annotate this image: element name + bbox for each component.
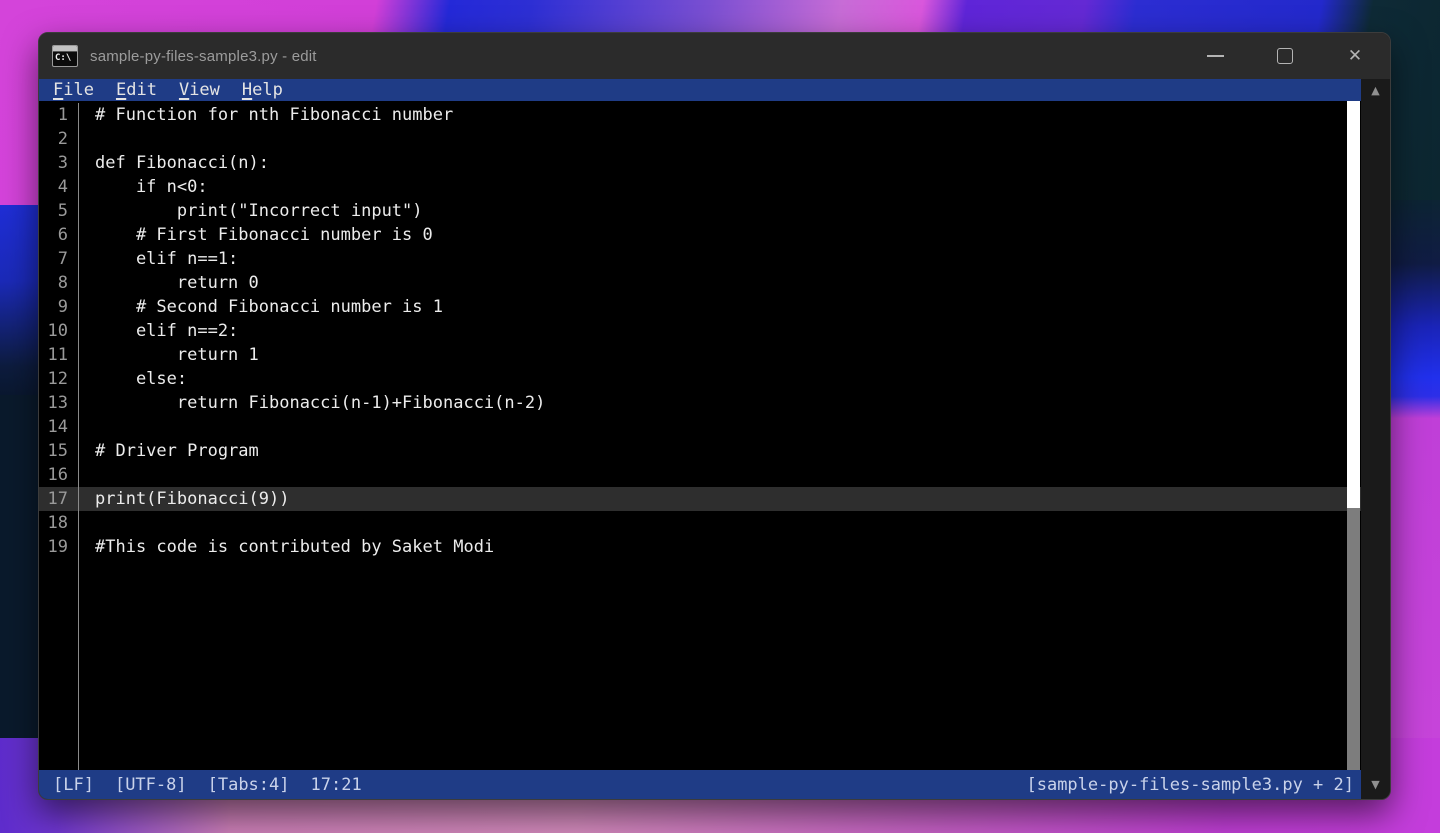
line-number-gutter: 12345678910111213141516171819 — [39, 103, 79, 770]
line-number-8: 8 — [39, 271, 68, 295]
code-line-5[interactable]: print("Incorrect input") — [95, 199, 1341, 223]
line-number-12: 12 — [39, 367, 68, 391]
code-line-2[interactable] — [95, 127, 1341, 151]
line-number-3: 3 — [39, 151, 68, 175]
line-number-6: 6 — [39, 223, 68, 247]
window-controls: ✕ — [1180, 33, 1390, 79]
menu-hotkey: V — [179, 80, 189, 100]
code-line-17[interactable]: print(Fibonacci(9)) — [95, 487, 1341, 511]
console-icon-prompt: C:\ — [53, 52, 77, 65]
menu-bar: File Edit View Help — [39, 79, 1361, 101]
code-line-11[interactable]: return 1 — [95, 343, 1341, 367]
code-line-14[interactable] — [95, 415, 1341, 439]
minimize-icon — [1207, 55, 1224, 57]
status-item-utf-8[interactable]: [UTF-8] — [115, 775, 187, 795]
code-line-12[interactable]: else: — [95, 367, 1341, 391]
line-number-2: 2 — [39, 127, 68, 151]
desktop: C:\ sample-py-files-sample3.py - edit ✕ … — [0, 0, 1440, 833]
line-number-7: 7 — [39, 247, 68, 271]
editor-scrollbar-thumb[interactable] — [1347, 101, 1360, 508]
menu-item-help[interactable]: Help — [242, 80, 283, 100]
line-number-16: 16 — [39, 463, 68, 487]
line-number-14: 14 — [39, 415, 68, 439]
editor-scrollbar-track[interactable] — [1347, 508, 1360, 770]
maximize-icon — [1277, 48, 1293, 64]
title-bar: C:\ sample-py-files-sample3.py - edit ✕ — [39, 33, 1390, 79]
editor-pane: FileEditViewHelp 12345678910111213141516… — [39, 79, 1361, 799]
code-line-13[interactable]: return Fibonacci(n-1)+Fibonacci(n-2) — [95, 391, 1341, 415]
code-line-3[interactable]: def Fibonacci(n): — [95, 151, 1341, 175]
edit-app-window: C:\ sample-py-files-sample3.py - edit ✕ … — [38, 32, 1391, 800]
line-number-19: 19 — [39, 535, 68, 559]
close-icon: ✕ — [1348, 48, 1362, 65]
line-number-15: 15 — [39, 439, 68, 463]
line-number-4: 4 — [39, 175, 68, 199]
code-line-16[interactable] — [95, 463, 1341, 487]
line-number-13: 13 — [39, 391, 68, 415]
code-line-8[interactable]: return 0 — [95, 271, 1341, 295]
line-number-1: 1 — [39, 103, 68, 127]
menu-item-file[interactable]: File — [53, 80, 94, 100]
status-bar: [LF] [UTF-8] [Tabs:4] 17:21 [sample-py-file… — [39, 770, 1361, 799]
minimize-button[interactable] — [1180, 33, 1250, 79]
code-line-7[interactable]: elif n==1: — [95, 247, 1341, 271]
code-column: # Function for nth Fibonacci number def F… — [95, 103, 1341, 559]
status-item-tabs4[interactable]: [Tabs:4] — [208, 775, 290, 795]
code-line-15[interactable]: # Driver Program — [95, 439, 1341, 463]
code-line-18[interactable] — [95, 511, 1341, 535]
line-number-10: 10 — [39, 319, 68, 343]
console-icon: C:\ — [52, 45, 78, 67]
console-scrollbar[interactable]: ▲ ▼ — [1361, 79, 1390, 799]
menu-item-view[interactable]: View — [179, 80, 220, 100]
scroll-up-arrow[interactable]: ▲ — [1371, 85, 1379, 96]
code-line-1[interactable]: # Function for nth Fibonacci number — [95, 103, 1341, 127]
code-line-10[interactable]: elif n==2: — [95, 319, 1341, 343]
code-line-19[interactable]: #This code is contributed by Saket Modi — [95, 535, 1341, 559]
editor-area[interactable]: 12345678910111213141516171819 # Function… — [39, 101, 1361, 770]
status-item-1721[interactable]: 17:21 — [311, 775, 362, 795]
status-file-indicator[interactable]: [sample-py-files-sample3.py + 2] — [1026, 775, 1354, 795]
line-number-11: 11 — [39, 343, 68, 367]
menu-hotkey: F — [53, 80, 63, 100]
status-item-lf[interactable]: [LF] — [53, 775, 94, 795]
code-line-4[interactable]: if n<0: — [95, 175, 1341, 199]
maximize-button[interactable] — [1250, 33, 1320, 79]
close-button[interactable]: ✕ — [1320, 33, 1390, 79]
line-number-5: 5 — [39, 199, 68, 223]
line-number-9: 9 — [39, 295, 68, 319]
menu-item-edit[interactable]: Edit — [116, 80, 157, 100]
line-number-17: 17 — [39, 487, 68, 511]
window-content: FileEditViewHelp 12345678910111213141516… — [39, 79, 1390, 799]
menu-hotkey: E — [116, 80, 126, 100]
window-title: sample-py-files-sample3.py - edit — [90, 48, 317, 65]
editor-scrollbar[interactable] — [1347, 101, 1360, 770]
scroll-down-arrow[interactable]: ▼ — [1371, 779, 1379, 790]
code-line-9[interactable]: # Second Fibonacci number is 1 — [95, 295, 1341, 319]
line-number-18: 18 — [39, 511, 68, 535]
status-left-items: [LF] [UTF-8] [Tabs:4] 17:21 — [53, 775, 383, 795]
menu-hotkey: H — [242, 80, 252, 100]
code-line-6[interactable]: # First Fibonacci number is 0 — [95, 223, 1341, 247]
